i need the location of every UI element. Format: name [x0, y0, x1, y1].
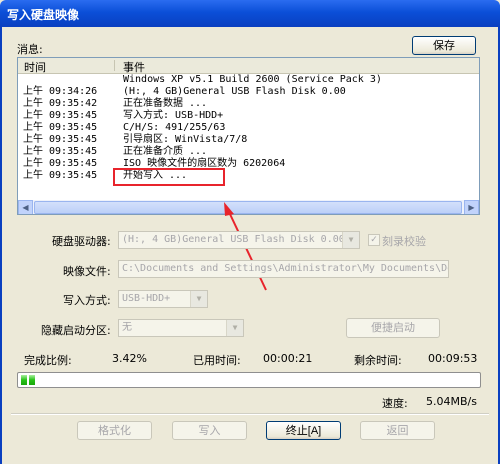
log-row[interactable]: 上午 09:34:26 (H:, 4 GB)General USB Flash D…: [18, 86, 479, 98]
log-event: 引导扇区: WinVista/7/8: [123, 134, 248, 145]
stop-button[interactable]: 终止[A]: [266, 421, 341, 440]
log-time: 上午 09:35:45: [23, 158, 98, 169]
write-mode-select[interactable]: USB-HDD+ ▼: [118, 290, 208, 308]
progress-segment: [29, 375, 35, 385]
completion-label: 完成比例:: [24, 354, 72, 367]
progress-segment: [21, 375, 27, 385]
save-button[interactable]: 保存: [412, 36, 476, 55]
hidden-partition-label: 隐藏启动分区:: [41, 324, 111, 337]
highlight-box: [113, 168, 225, 186]
log-row[interactable]: Windows XP v5.1 Build 2600 (Service Pack…: [18, 74, 479, 86]
log-event: (H:, 4 GB)General USB Flash Disk 0.00: [123, 86, 346, 97]
write-mode-value: USB-HDD+: [122, 293, 171, 304]
log-time: 上午 09:34:26: [23, 86, 98, 97]
log-row[interactable]: 上午 09:35:45 写入方式: USB-HDD+: [18, 110, 479, 122]
drive-select[interactable]: (H:, 4 GB)General USB Flash Disk 0.00 ▼: [118, 231, 360, 249]
log-event: 正在准备介质 ...: [123, 146, 208, 157]
column-event[interactable]: 事件: [123, 59, 145, 75]
chevron-down-icon: ▼: [226, 320, 243, 336]
hidden-partition-select[interactable]: 无 ▼: [118, 319, 244, 337]
verify-label: 刻录校验: [382, 235, 426, 248]
drive-value: (H:, 4 GB)General USB Flash Disk 0.00: [122, 234, 345, 245]
hidden-partition-value: 无: [122, 322, 132, 333]
log-time: 上午 09:35:45: [23, 110, 98, 121]
image-label: 映像文件:: [63, 265, 111, 278]
log-event: Windows XP v5.1 Build 2600 (Service Pack…: [123, 74, 382, 85]
log-row[interactable]: 上午 09:35:45 开始写入 ...: [18, 170, 479, 182]
verify-checkbox[interactable]: ✓: [368, 234, 380, 246]
log-row[interactable]: 上午 09:35:45 正在准备介质 ...: [18, 146, 479, 158]
progress-bar: [17, 372, 481, 388]
log-header: 时间 事件: [18, 58, 479, 74]
scroll-left-icon[interactable]: ◀: [18, 200, 33, 214]
progress-fill: [21, 375, 35, 385]
scroll-thumb[interactable]: [34, 201, 462, 214]
log-list[interactable]: 时间 事件 Windows XP v5.1 Build 2600 (Servic…: [17, 57, 480, 215]
log-time: 上午 09:35:45: [23, 122, 98, 133]
remaining-label: 剩余时间:: [354, 354, 402, 367]
column-time[interactable]: 时间: [24, 59, 46, 75]
elapsed-value: 00:00:21: [263, 352, 313, 365]
elapsed-label: 已用时间:: [193, 354, 241, 367]
image-path-field[interactable]: C:\Documents and Settings\Administrator\…: [118, 260, 449, 278]
log-event: 写入方式: USB-HDD+: [123, 110, 224, 121]
format-button[interactable]: 格式化: [77, 421, 152, 440]
write-button[interactable]: 写入: [172, 421, 247, 440]
log-time: 上午 09:35:42: [23, 98, 98, 109]
speed-value: 5.04MB/s: [426, 395, 477, 408]
speed-label: 速度:: [382, 397, 408, 410]
write-mode-label: 写入方式:: [63, 294, 111, 307]
log-time: 上午 09:35:45: [23, 134, 98, 145]
log-time: 上午 09:35:45: [23, 170, 98, 181]
log-time: 上午 09:35:45: [23, 146, 98, 157]
log-row[interactable]: 上午 09:35:45 引导扇区: WinVista/7/8: [18, 134, 479, 146]
log-row[interactable]: 上午 09:35:45 C/H/S: 491/255/63: [18, 122, 479, 134]
chevron-down-icon: ▼: [342, 232, 359, 248]
remaining-value: 00:09:53: [428, 352, 478, 365]
log-event: 正在准备数据 ...: [123, 98, 208, 109]
quick-boot-button[interactable]: 便捷启动: [346, 318, 440, 338]
messages-label: 消息:: [17, 43, 43, 56]
drive-label: 硬盘驱动器:: [52, 235, 111, 248]
back-button[interactable]: 返回: [360, 421, 435, 440]
completion-value: 3.42%: [112, 352, 147, 365]
scroll-right-icon[interactable]: ▶: [464, 200, 479, 214]
horizontal-scrollbar[interactable]: ◀ ▶: [18, 200, 479, 214]
divider: [11, 413, 489, 415]
log-row[interactable]: 上午 09:35:42 正在准备数据 ...: [18, 98, 479, 110]
window-title: 写入硬盘映像: [7, 8, 80, 22]
log-row[interactable]: 上午 09:35:45 ISO 映像文件的扇区数为 6202064: [18, 158, 479, 170]
title-bar[interactable]: 写入硬盘映像: [0, 0, 500, 27]
chevron-down-icon: ▼: [190, 291, 207, 307]
log-event: C/H/S: 491/255/63: [123, 122, 226, 133]
